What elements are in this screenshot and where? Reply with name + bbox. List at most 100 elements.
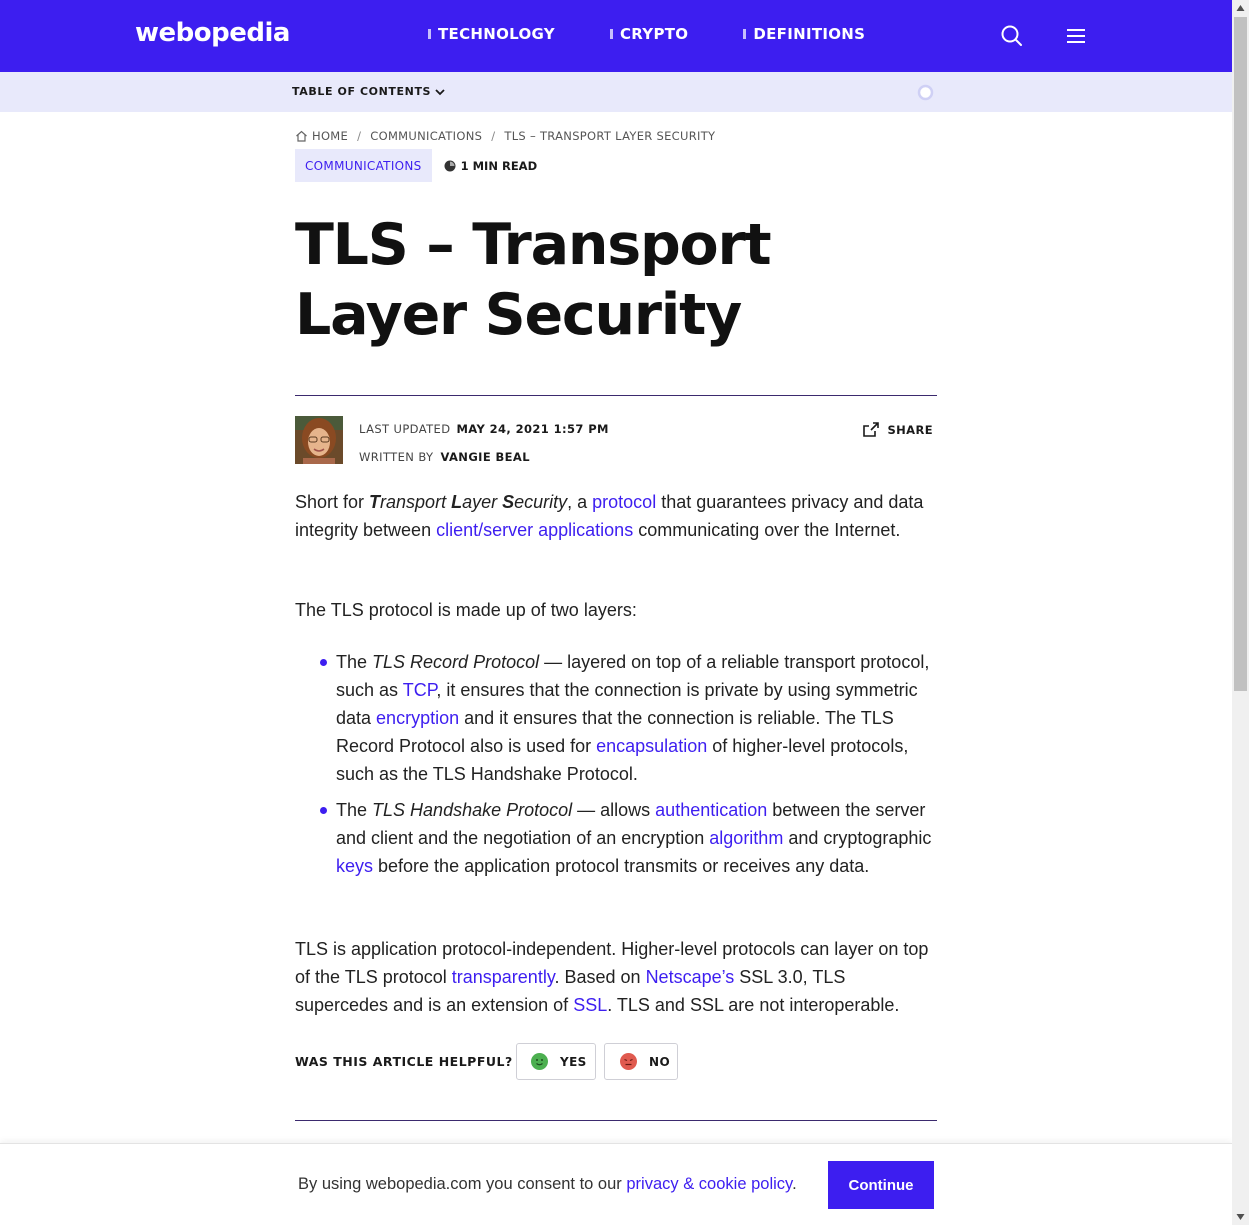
nav-marker	[743, 29, 747, 39]
nav-crypto-label: CRYPTO	[619, 25, 689, 43]
text: , a	[567, 492, 593, 512]
breadcrumb: HOME / COMMUNICATIONS / TLS – TRANSPORT …	[295, 129, 715, 143]
list-item-handshake-protocol: The TLS Handshake Protocol — allows auth…	[320, 796, 937, 880]
smiley-face-icon	[531, 1053, 548, 1070]
continue-button[interactable]: Continue	[828, 1161, 934, 1209]
share-button[interactable]: SHARE	[863, 422, 933, 437]
helpful-question: WAS THIS ARTICLE HELPFUL?	[295, 1054, 513, 1069]
privacy-cookie-policy-link[interactable]: privacy & cookie policy	[626, 1175, 792, 1193]
scroll-down-arrow-icon[interactable]	[1232, 1208, 1249, 1225]
author-name[interactable]: VANGIE BEAL	[440, 450, 529, 464]
cookie-consent-bar: By using webopedia.com you consent to ou…	[0, 1143, 1232, 1225]
link-protocol[interactable]: protocol	[592, 492, 656, 512]
breadcrumb-separator: /	[357, 129, 362, 143]
written-by: WRITTEN BY VANGIE BEAL	[359, 450, 530, 464]
term-emphasis: Transport Layer Security	[369, 492, 567, 512]
breadcrumb-category[interactable]: COMMUNICATIONS	[370, 129, 482, 143]
toc-label: TABLE OF CONTENTS	[292, 85, 432, 98]
link-tcp[interactable]: TCP	[403, 680, 437, 700]
protocol-layers-list: The TLS Record Protocol — layered on top…	[320, 648, 937, 888]
breadcrumb-home-label: HOME	[312, 129, 349, 143]
text: — allows	[572, 800, 656, 820]
last-updated-label: LAST UPDATED	[359, 422, 451, 436]
link-client-server-applications[interactable]: client/server applications	[436, 520, 633, 540]
link-netscape[interactable]: Netscape’s	[646, 967, 735, 987]
last-updated-date: MAY 24, 2021 1:57 PM	[456, 422, 609, 436]
webopedia-logo[interactable]: webopedia	[135, 18, 290, 48]
divider	[295, 395, 937, 396]
share-label: SHARE	[887, 422, 933, 437]
divider	[295, 1120, 937, 1121]
no-label: NO	[649, 1054, 671, 1069]
cookie-consent-text: By using webopedia.com you consent to ou…	[298, 1175, 797, 1194]
author-block: LAST UPDATED MAY 24, 2021 1:57 PM WRITTEN…	[295, 416, 937, 464]
text: The	[336, 652, 373, 672]
text: L	[451, 492, 463, 512]
term-emphasis: TLS Handshake Protocol	[372, 800, 573, 820]
article-paragraph-2: The TLS protocol is made up of two layer…	[295, 600, 637, 620]
article-feedback: WAS THIS ARTICLE HELPFUL? YES NO	[295, 1043, 937, 1080]
frown-face-icon	[620, 1053, 637, 1070]
category-badge[interactable]: COMMUNICATIONS	[295, 149, 432, 182]
scrollbar-thumb[interactable]	[1234, 17, 1247, 691]
read-time: 1 MIN READ	[444, 158, 538, 173]
nav-crypto[interactable]: CRYPTO	[609, 25, 689, 43]
text: T	[369, 492, 381, 512]
top-navigation-bar: webopedia TECHNOLOGY CRYPTO DEFINITIONS	[0, 0, 1232, 72]
nav-marker	[609, 29, 613, 39]
text: The	[336, 800, 373, 820]
home-icon	[296, 130, 307, 142]
written-by-label: WRITTEN BY	[359, 450, 434, 464]
clock-icon	[444, 160, 456, 171]
scroll-up-arrow-icon[interactable]	[1232, 0, 1249, 17]
link-authentication[interactable]: authentication	[655, 800, 767, 820]
breadcrumb-home[interactable]: HOME	[295, 129, 348, 143]
article-paragraph-3: TLS is application protocol-independent.…	[295, 935, 937, 1019]
text: ransport	[380, 492, 452, 512]
article-title: TLS – Transport Layer Security	[295, 212, 772, 348]
link-encapsulation[interactable]: encapsulation	[596, 736, 707, 756]
text: . TLS and SSL are not interoperable.	[607, 995, 900, 1015]
main-nav: TECHNOLOGY CRYPTO DEFINITIONS	[428, 25, 920, 43]
link-encryption[interactable]: encryption	[376, 708, 459, 728]
link-transparently[interactable]: transparently	[452, 967, 555, 987]
vertical-scrollbar[interactable]	[1232, 0, 1249, 1225]
table-of-contents-toggle[interactable]: TABLE OF CONTENTS	[292, 85, 445, 98]
read-time-label: 1 MIN READ	[460, 158, 538, 173]
helpful-yes-button[interactable]: YES	[516, 1043, 596, 1080]
nav-definitions[interactable]: DEFINITIONS	[743, 25, 865, 43]
text: ecurity	[514, 492, 568, 512]
nav-definitions-label: DEFINITIONS	[753, 25, 866, 43]
text: .	[792, 1175, 797, 1193]
last-updated: LAST UPDATED MAY 24, 2021 1:57 PM	[359, 422, 609, 436]
breadcrumb-current: TLS – TRANSPORT LAYER SECURITY	[504, 129, 716, 143]
link-algorithm[interactable]: algorithm	[709, 828, 783, 848]
chevron-down-icon	[435, 88, 445, 95]
text: and cryptographic	[783, 828, 932, 848]
link-ssl[interactable]: SSL	[573, 995, 607, 1015]
list-item-record-protocol: The TLS Record Protocol — layered on top…	[320, 648, 937, 788]
text: . Based on	[554, 967, 646, 987]
text: By using webopedia.com you consent to ou…	[298, 1175, 627, 1193]
author-avatar[interactable]	[295, 416, 343, 464]
table-of-contents-bar: TABLE OF CONTENTS	[0, 72, 1232, 112]
article-meta-row: COMMUNICATIONS 1 MIN READ	[295, 149, 537, 182]
text: ayer	[462, 492, 503, 512]
text: before the application protocol transmit…	[373, 856, 870, 876]
text: communicating over the Internet.	[633, 520, 901, 540]
helpful-no-button[interactable]: NO	[604, 1043, 678, 1080]
breadcrumb-separator: /	[491, 129, 496, 143]
nav-technology[interactable]: TECHNOLOGY	[428, 25, 555, 43]
term-emphasis: TLS Record Protocol	[372, 652, 540, 672]
text: S	[502, 492, 515, 512]
yes-label: YES	[560, 1054, 587, 1069]
share-icon	[863, 422, 880, 437]
text: Short for	[295, 492, 370, 512]
nav-technology-label: TECHNOLOGY	[438, 25, 555, 43]
reading-progress-indicator	[917, 84, 934, 101]
article-paragraph-1: Short for Transport Layer Security, a pr…	[295, 488, 937, 544]
link-keys[interactable]: keys	[336, 856, 373, 876]
search-icon[interactable]	[1000, 24, 1024, 48]
nav-marker	[428, 29, 431, 39]
hamburger-menu-icon[interactable]	[1064, 24, 1088, 48]
